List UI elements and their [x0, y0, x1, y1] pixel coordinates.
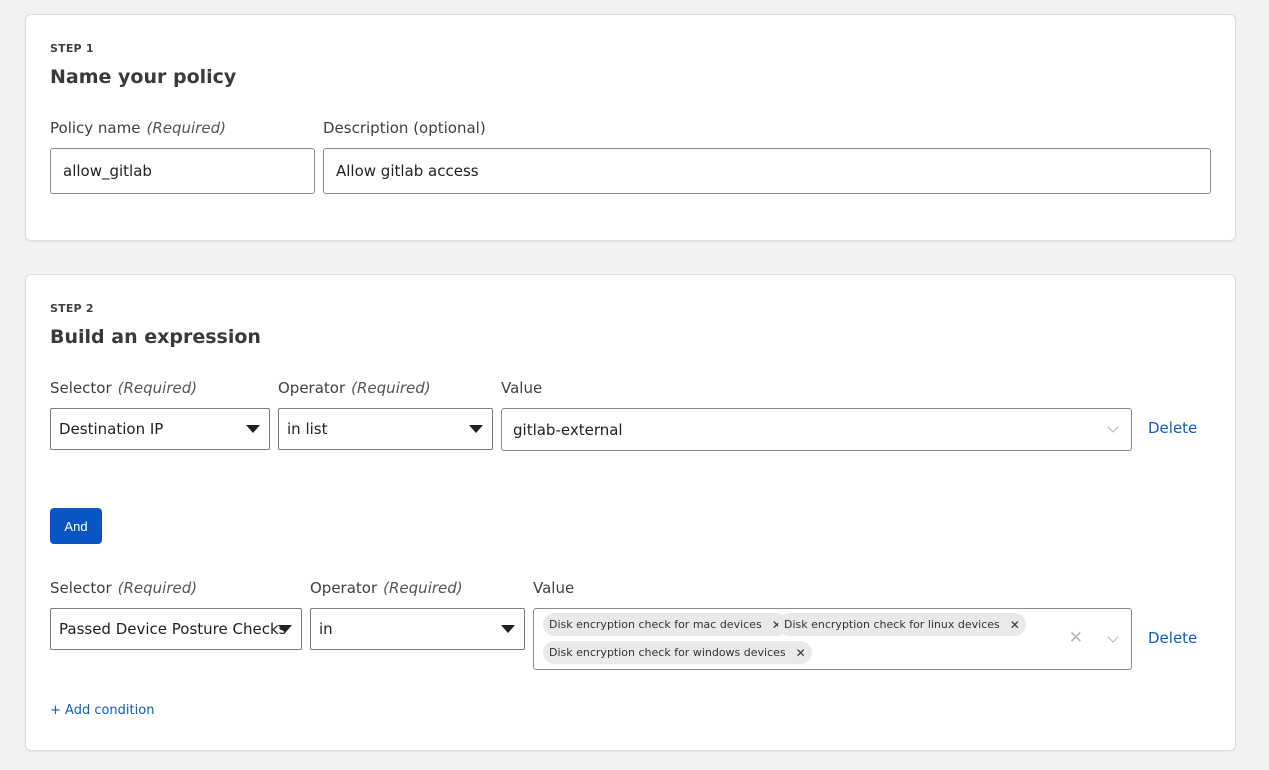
- condition1-value-text: gitlab-external: [513, 421, 623, 439]
- condition2-value-multiselect[interactable]: Disk encryption check for mac devices ✕ …: [533, 608, 1132, 670]
- policy-name-required: (Required): [146, 119, 226, 137]
- description-label: Description (optional): [323, 119, 486, 137]
- caret-down-icon: [469, 425, 483, 433]
- policy-name-label: Policy name (Required): [50, 119, 226, 137]
- condition1-value-combobox[interactable]: gitlab-external: [501, 408, 1132, 451]
- policy-name-input[interactable]: allow_gitlab: [50, 148, 315, 194]
- operator-required: (Required): [351, 379, 431, 397]
- condition1-selector-select[interactable]: Destination IP: [50, 408, 270, 450]
- policy-name-label-text: Policy name: [50, 119, 141, 137]
- chip: Disk encryption check for linux devices …: [778, 613, 1026, 636]
- clear-icon[interactable]: ✕: [1069, 630, 1083, 647]
- condition2-selector-value: Passed Device Posture Checks: [59, 620, 287, 638]
- chevron-down-icon[interactable]: [1107, 631, 1119, 643]
- condition1-value-label: Value: [501, 379, 543, 397]
- caret-down-icon: [246, 425, 260, 433]
- chip-remove-icon[interactable]: ✕: [796, 646, 806, 660]
- selector-label-text: Selector: [50, 379, 112, 397]
- chip-label: Disk encryption check for windows device…: [549, 646, 786, 659]
- condition1-operator-select[interactable]: in list: [278, 408, 493, 450]
- chevron-down-icon[interactable]: [1107, 421, 1119, 433]
- selector-label-text: Selector: [50, 579, 112, 597]
- chip-label: Disk encryption check for mac devices: [549, 618, 762, 631]
- description-input[interactable]: Allow gitlab access: [323, 148, 1211, 194]
- condition1-operator-label: Operator (Required): [278, 379, 431, 397]
- chip: Disk encryption check for mac devices ✕: [543, 613, 788, 636]
- selector-required: (Required): [117, 579, 198, 597]
- condition2-operator-value: in: [319, 620, 333, 638]
- condition1-selector-value: Destination IP: [59, 420, 164, 438]
- operator-label-text: Operator: [278, 379, 346, 397]
- chip-remove-icon[interactable]: ✕: [1010, 618, 1020, 632]
- condition2-value-label: Value: [533, 579, 575, 597]
- add-condition-link[interactable]: + Add condition: [50, 703, 154, 718]
- description-value: Allow gitlab access: [336, 162, 479, 180]
- policy-name-value: allow_gitlab: [63, 162, 152, 180]
- condition2-delete-link[interactable]: Delete: [1148, 629, 1197, 647]
- step2-label: STEP 2: [50, 302, 94, 315]
- step1-title: Name your policy: [50, 66, 237, 88]
- chip: Disk encryption check for windows device…: [543, 641, 812, 664]
- operator-required: (Required): [383, 579, 463, 597]
- operator-label-text: Operator: [310, 579, 378, 597]
- condition1-selector-label: Selector (Required): [50, 379, 197, 397]
- step1-card: STEP 1 Name your policy Policy name (Requ…: [25, 14, 1236, 241]
- selector-required: (Required): [117, 379, 198, 397]
- condition2-selector-select[interactable]: Passed Device Posture Checks: [50, 608, 302, 650]
- condition1-delete-link[interactable]: Delete: [1148, 419, 1197, 437]
- caret-down-icon: [501, 625, 515, 633]
- step2-title: Build an expression: [50, 326, 261, 348]
- and-button[interactable]: And: [50, 508, 102, 544]
- condition2-selector-label: Selector (Required): [50, 579, 197, 597]
- step2-card: STEP 2 Build an expression Selector (Requ…: [25, 274, 1236, 751]
- condition2-operator-label: Operator (Required): [310, 579, 463, 597]
- condition2-operator-select[interactable]: in: [310, 608, 525, 650]
- caret-down-icon: [278, 625, 292, 633]
- chip-label: Disk encryption check for linux devices: [784, 618, 1000, 631]
- step1-label: STEP 1: [50, 42, 94, 55]
- condition1-operator-value: in list: [287, 420, 328, 438]
